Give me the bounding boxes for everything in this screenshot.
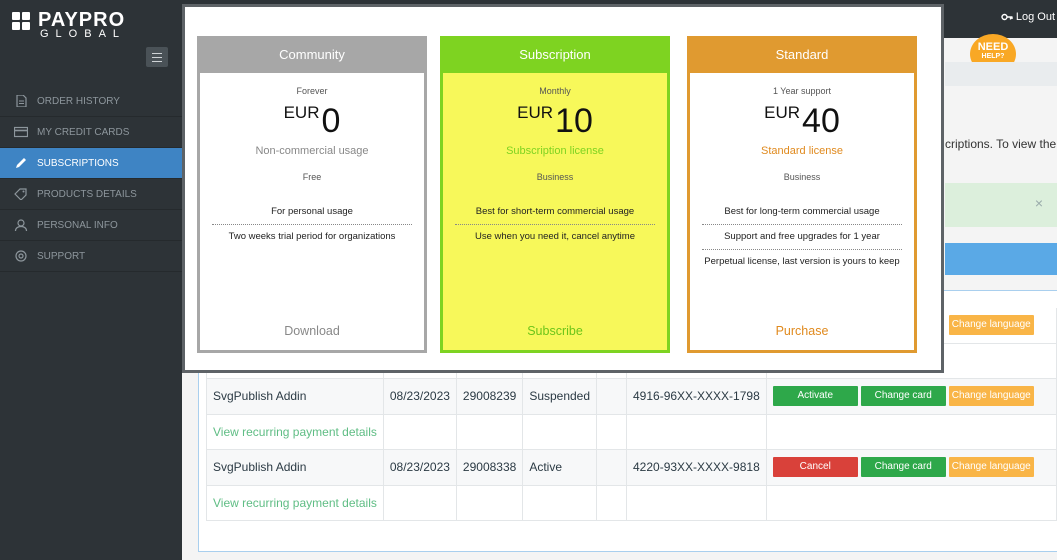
- logo-mark-icon: [12, 12, 32, 32]
- plan-currency: EUR: [283, 103, 320, 122]
- plan-currency: EUR: [764, 103, 801, 122]
- activate-button[interactable]: Activate: [772, 386, 858, 406]
- change-language-button[interactable]: Change language: [948, 315, 1034, 336]
- sidebar-item-support[interactable]: SUPPORT: [0, 241, 182, 272]
- subscriptions-panel-header: [945, 243, 1057, 275]
- recurring-details-link[interactable]: View recurring payment details: [206, 484, 384, 521]
- date-cell: 08/23/2023: [382, 377, 457, 415]
- table-row: SvgPublish Addin 08/23/2023 29008338 Act…: [206, 448, 1057, 486]
- logout-label: Log Out: [1015, 11, 1055, 23]
- sidebar-item-personal-info[interactable]: PERSONAL INFO: [0, 210, 182, 241]
- plan-price: EUR 40: [690, 102, 914, 140]
- key-icon: [1001, 13, 1013, 21]
- credit-card-icon: [14, 126, 28, 138]
- plan-feature: For personal usage: [271, 206, 353, 217]
- plan-feature: Two weeks trial period for organizations: [212, 224, 412, 249]
- plan-feature: Support and free upgrades for 1 year: [702, 224, 902, 249]
- plan-card-standard: Standard 1 Year support EUR 40 Standard …: [687, 36, 917, 353]
- plan-feature: Use when you need it, cancel anytime: [455, 224, 655, 249]
- logo-name: PAYPRO: [38, 9, 126, 31]
- intro-text: criptions. To view the: [945, 137, 1057, 151]
- paypro-logo: PAYPRO GLOBAL: [12, 10, 172, 40]
- sidebar-item-my-credit-cards[interactable]: MY CREDIT CARDS: [0, 117, 182, 148]
- sidebar-nav: ORDER HISTORY MY CREDIT CARDS SUBSCRIPTI…: [0, 86, 182, 272]
- plan-usage: Business: [783, 172, 821, 182]
- need-help-line2: HELP?: [981, 53, 1005, 60]
- sidebar-item-order-history[interactable]: ORDER HISTORY: [0, 86, 182, 117]
- table-row: SvgPublish Addin 08/23/2023 29008239 Sus…: [206, 377, 1057, 415]
- sidebar-item-label: ORDER HISTORY: [37, 95, 120, 107]
- plan-amount: 0: [321, 102, 341, 140]
- change-card-button[interactable]: Change card: [860, 386, 946, 406]
- plan-features: Best for long-term commercial usage Supp…: [702, 200, 902, 274]
- product-cell: SvgPublish Addin: [206, 448, 384, 486]
- empty-cell: [596, 377, 627, 415]
- breadcrumb-bar: [945, 62, 1057, 86]
- user-icon: [14, 219, 28, 231]
- logo-sub: GLOBAL: [40, 28, 127, 40]
- change-language-button[interactable]: Change language: [948, 457, 1034, 477]
- actions-cell: Cancel Change card Change language: [765, 448, 1057, 486]
- id-cell: 29008239: [455, 377, 524, 415]
- plan-license: Non-commercial usage: [255, 145, 369, 157]
- plan-feature: Best for short-term commercial usage: [475, 206, 635, 217]
- id-cell: 29008338: [455, 448, 524, 486]
- table-row: View recurring payment details: [206, 484, 1057, 521]
- change-card-button[interactable]: Change card: [860, 457, 946, 477]
- table-row: View recurring payment details: [206, 413, 1057, 450]
- plan-period: 1 Year support: [772, 86, 832, 96]
- actions-cell: Activate Change card Change language: [765, 377, 1057, 415]
- sidebar-item-label: MY CREDIT CARDS: [37, 126, 130, 138]
- sidebar-item-subscriptions[interactable]: SUBSCRIPTIONS: [0, 148, 182, 179]
- plan-period: Forever: [296, 86, 328, 96]
- tag-icon: [14, 188, 28, 200]
- product-cell: SvgPublish Addin: [206, 377, 384, 415]
- document-icon: [14, 95, 28, 107]
- close-icon[interactable]: ×: [1035, 195, 1043, 211]
- plan-license: Subscription license: [506, 145, 604, 157]
- sidebar-item-label: PERSONAL INFO: [37, 219, 118, 231]
- plan-price: EUR 0: [200, 102, 424, 140]
- plan-license: Standard license: [761, 145, 843, 157]
- change-language-button[interactable]: Change language: [948, 386, 1034, 406]
- plan-amount: 10: [555, 102, 593, 140]
- card-cell: 4220-93XX-XXXX-9818: [626, 448, 767, 486]
- plan-features: For personal usage Two weeks trial perio…: [212, 200, 412, 249]
- sidebar-item-label: PRODUCTS DETAILS: [37, 188, 137, 200]
- plan-card-community: Community Forever EUR 0 Non-commercial u…: [197, 36, 427, 353]
- notice-alert: ×: [945, 183, 1057, 227]
- pencil-icon: [14, 157, 28, 169]
- status-cell: Active: [522, 448, 598, 486]
- download-link[interactable]: Download: [200, 324, 424, 338]
- sidebar-item-label: SUPPORT: [37, 250, 86, 262]
- date-cell: 08/23/2023: [382, 448, 457, 486]
- logout-link[interactable]: Log Out: [1001, 11, 1055, 23]
- plan-feature: Perpetual license, last version is yours…: [702, 249, 902, 274]
- plan-name: Subscription: [443, 39, 667, 73]
- plan-card-subscription: Subscription Monthly EUR 10 Subscription…: [440, 36, 670, 353]
- menu-toggle-button[interactable]: [146, 47, 168, 67]
- plan-price: EUR 10: [443, 102, 667, 140]
- sidebar-item-products-details[interactable]: PRODUCTS DETAILS: [0, 179, 182, 210]
- support-icon: [14, 250, 28, 262]
- plan-amount: 40: [802, 102, 840, 140]
- plan-period: Monthly: [539, 86, 571, 96]
- plan-name: Standard: [690, 39, 914, 73]
- cancel-button[interactable]: Cancel: [772, 457, 858, 477]
- plan-usage: Free: [302, 172, 322, 182]
- plan-name: Community: [200, 39, 424, 73]
- sidebar: PAYPRO GLOBAL ORDER HISTORY MY CREDIT CA…: [0, 0, 182, 560]
- plan-usage: Business: [536, 172, 574, 182]
- recurring-details-link[interactable]: View recurring payment details: [206, 413, 384, 450]
- empty-cell: [596, 448, 627, 486]
- purchase-link[interactable]: Purchase: [690, 324, 914, 338]
- sidebar-item-label: SUBSCRIPTIONS: [37, 157, 119, 169]
- plan-currency: EUR: [517, 103, 554, 122]
- status-cell: Suspended: [522, 377, 598, 415]
- card-cell: 4916-96XX-XXXX-1798: [626, 377, 767, 415]
- plan-features: Best for short-term commercial usage Use…: [455, 200, 655, 249]
- pricing-dialog: Community Forever EUR 0 Non-commercial u…: [182, 4, 944, 373]
- subscribe-link[interactable]: Subscribe: [443, 324, 667, 338]
- plan-feature: Best for long-term commercial usage: [724, 206, 880, 217]
